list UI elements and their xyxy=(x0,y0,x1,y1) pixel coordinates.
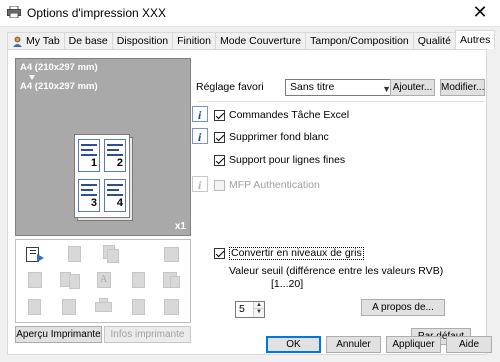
thin-lines-checkbox[interactable] xyxy=(214,155,225,166)
page-thumb-2: 2 xyxy=(104,139,126,172)
info-icon: i xyxy=(192,176,208,192)
copy-icon[interactable] xyxy=(101,245,121,263)
print-settings-icon[interactable] xyxy=(26,245,46,263)
tab-my-tab[interactable]: My Tab xyxy=(7,32,65,49)
page-thumb-4: 4 xyxy=(104,179,126,212)
page-thumb-1: 1 xyxy=(78,139,100,172)
page-number: 4 xyxy=(116,197,123,209)
tab-mode-couverture-label: Mode Couverture xyxy=(219,35,302,47)
down-arrow-icon xyxy=(29,75,35,80)
help-button[interactable]: Aide xyxy=(446,336,492,353)
font-icon[interactable]: A xyxy=(94,271,114,289)
stepper-up-icon[interactable]: ▲ xyxy=(254,302,264,309)
printer-app-icon xyxy=(7,6,21,18)
tab-disposition-label: Disposition xyxy=(116,35,169,47)
printer-preview-button[interactable]: Aperçu Imprimante xyxy=(15,326,102,343)
tab-qualite-label: Qualité xyxy=(417,35,452,47)
close-button[interactable]: ✕ xyxy=(460,0,500,26)
mfp-auth-label: MFP Authentication xyxy=(229,179,320,191)
separator xyxy=(198,101,484,102)
cancel-button[interactable]: Annuler xyxy=(326,336,381,353)
excel-jobs-checkbox[interactable] xyxy=(214,110,225,121)
favorite-setting-select[interactable]: Sans titre ▼ xyxy=(285,79,396,96)
info-icon[interactable]: i xyxy=(192,128,208,144)
threshold-range: [1...20] xyxy=(271,278,304,290)
printer-info-button[interactable]: Infos imprimante xyxy=(104,326,191,343)
printer-icon[interactable] xyxy=(94,298,114,316)
thin-lines-label: Support pour lignes fines xyxy=(229,154,346,166)
page-number: 3 xyxy=(90,197,97,209)
stepper-down-icon[interactable]: ▼ xyxy=(254,309,264,316)
tab-qualite[interactable]: Qualité xyxy=(412,32,457,49)
grayscale-label: Convertir en niveaux de gris xyxy=(229,247,364,260)
tab-de-base-label: De base xyxy=(68,35,108,47)
original-size-label: A4 (210x297 mm) xyxy=(20,62,98,73)
tab-disposition[interactable]: Disposition xyxy=(111,32,174,49)
tab-finition[interactable]: Finition xyxy=(172,32,216,49)
copies-count: x1 xyxy=(174,221,186,232)
stack-icon[interactable] xyxy=(60,298,80,316)
tab-tampon-composition-label: Tampon/Composition xyxy=(310,35,409,47)
threshold-label: Valeur seuil (différence entre les valeu… xyxy=(229,265,444,277)
grayscale-checkbox[interactable] xyxy=(214,248,225,259)
layout-icon[interactable] xyxy=(26,271,46,289)
page-icon[interactable] xyxy=(65,245,85,263)
info-icon[interactable]: i xyxy=(192,106,208,122)
apply-button[interactable]: Appliquer xyxy=(386,336,441,353)
remove-background-checkbox[interactable] xyxy=(214,132,225,143)
paper-preview: 1 2 3 4 xyxy=(74,134,130,218)
threshold-value: 5 xyxy=(239,303,245,315)
modify-favorite-button[interactable]: Modifier... xyxy=(440,79,485,96)
ok-button[interactable]: OK xyxy=(266,336,321,353)
remove-background-label: Supprimer fond blanc xyxy=(229,131,329,143)
window-title: Options d'impression XXX xyxy=(27,6,167,20)
page-number: 1 xyxy=(90,157,97,169)
print-preview: A4 (210x297 mm) A4 (210x297 mm) 1 2 3 4 … xyxy=(15,58,191,236)
tab-de-base[interactable]: De base xyxy=(63,32,113,49)
tab-autres-label: Autres xyxy=(460,34,491,46)
tab-panel-autres: A4 (210x297 mm) A4 (210x297 mm) 1 2 3 4 … xyxy=(7,49,487,355)
watermark-icon[interactable] xyxy=(129,298,149,316)
color-pages-icon[interactable] xyxy=(129,271,149,289)
output-size-label: A4 (210x297 mm) xyxy=(20,81,98,92)
tab-strip: My Tab De base Disposition Finition Mode… xyxy=(7,30,496,49)
add-favorite-button[interactable]: Ajouter... xyxy=(390,79,435,96)
grid-icon[interactable] xyxy=(162,298,182,316)
excel-jobs-label: Commandes Tâche Excel xyxy=(229,109,350,121)
page-thumb-3: 3 xyxy=(78,179,100,212)
favorite-setting-label: Réglage favori xyxy=(196,81,264,93)
function-icon-panel: A xyxy=(15,239,191,323)
tab-tampon-composition[interactable]: Tampon/Composition xyxy=(305,32,414,49)
tab-finition-label: Finition xyxy=(177,35,211,47)
page-number: 2 xyxy=(116,157,123,169)
favorite-setting-value: Sans titre xyxy=(290,81,335,93)
tab-my-tab-label: My Tab xyxy=(26,35,60,47)
dialog-body: My Tab De base Disposition Finition Mode… xyxy=(0,26,500,362)
mfp-auth-checkbox xyxy=(214,180,225,191)
tab-mode-couverture[interactable]: Mode Couverture xyxy=(214,32,307,49)
about-button[interactable]: A propos de... xyxy=(361,299,445,316)
user-icon xyxy=(13,36,22,47)
threshold-stepper[interactable]: 5 ▲ ▼ xyxy=(235,301,265,318)
booklet-icon[interactable] xyxy=(26,298,46,316)
title-bar: Options d'impression XXX ✕ xyxy=(0,0,500,26)
combine-icon[interactable] xyxy=(162,245,182,263)
tab-autres[interactable]: Autres xyxy=(455,30,496,49)
document-list-icon[interactable] xyxy=(162,271,182,289)
double-page-icon[interactable] xyxy=(60,271,80,289)
